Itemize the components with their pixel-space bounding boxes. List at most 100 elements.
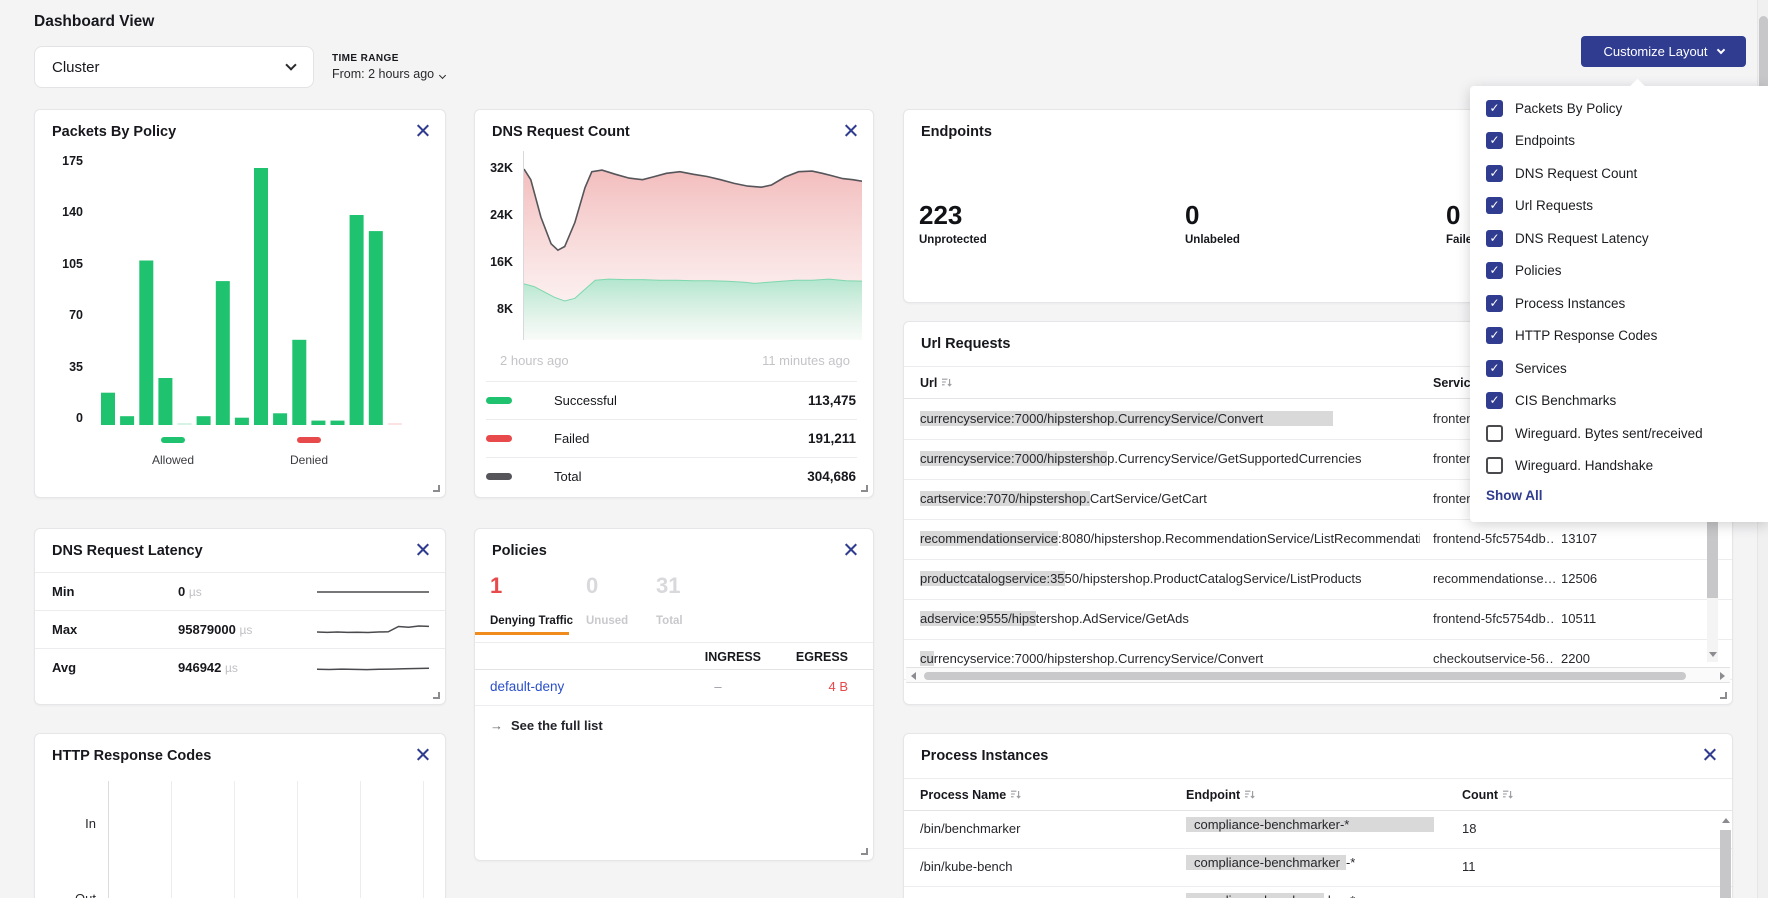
column-header-url[interactable]: Url (920, 376, 952, 390)
card-title: Packets By Policy (52, 124, 176, 140)
time-range-value[interactable]: From: 2 hours ago (332, 67, 445, 81)
checkbox-checked-icon[interactable]: ✓ (1486, 197, 1503, 214)
bar-chart (99, 163, 405, 425)
resize-handle[interactable] (433, 692, 440, 699)
url-cell: currencyservice:7000/hipstershop.Currenc… (920, 411, 1420, 426)
count-cell: 12506 (1561, 571, 1631, 586)
egress-value: 4 B (775, 679, 848, 694)
y-tick-label: 140 (43, 205, 83, 219)
checkbox-checked-icon[interactable]: ✓ (1486, 392, 1503, 409)
category-label: Allowed (143, 453, 203, 467)
column-header-count[interactable]: Count (1462, 788, 1513, 802)
resize-handle[interactable] (433, 485, 440, 492)
resize-handle[interactable] (861, 485, 868, 492)
menu-item-wireguard-handshake[interactable]: Wireguard. Handshake (1470, 450, 1768, 483)
menu-item-process-instances[interactable]: ✓Process Instances (1470, 287, 1768, 320)
scroll-left-icon[interactable] (911, 672, 916, 680)
checkbox-checked-icon[interactable]: ✓ (1486, 262, 1503, 279)
close-icon[interactable] (1702, 747, 1717, 762)
latency-row: Max95879000 µs (35, 610, 445, 648)
menu-item-url-requests[interactable]: ✓Url Requests (1470, 190, 1768, 223)
active-tab-underline (475, 632, 569, 635)
policy-tab-unused[interactable]: 0Unused (586, 573, 598, 599)
sort-icon (1244, 789, 1255, 800)
url-cell: currencyservice:7000/hipstershop.Currenc… (920, 451, 1420, 466)
legend-name: Failed (554, 431, 589, 446)
view-selector[interactable]: Cluster (34, 46, 314, 88)
table-row: adservice:9555/hipstershop.AdService/Get… (904, 600, 1732, 640)
dashboard-page: Dashboard View Cluster TIME RANGE From: … (0, 0, 1768, 898)
checkbox-checked-icon[interactable]: ✓ (1486, 230, 1503, 247)
policy-link[interactable]: default-deny (490, 679, 564, 694)
checkbox-checked-icon[interactable]: ✓ (1486, 100, 1503, 117)
scroll-up-icon[interactable] (1722, 818, 1730, 823)
policy-tab-denying-traffic[interactable]: 1Denying Traffic (490, 573, 502, 599)
table-row: recommendationservice:8080/hipstershop.R… (904, 520, 1732, 560)
y-tick-label: 16K (475, 255, 513, 269)
menu-item-cis-benchmarks[interactable]: ✓ CIS Benchmarks (1470, 385, 1768, 418)
chevron-down-icon (285, 59, 296, 70)
close-icon[interactable] (843, 542, 858, 557)
checkbox-checked-icon[interactable]: ✓ (1486, 165, 1503, 182)
y-tick-label: 24K (475, 208, 513, 222)
show-all-link[interactable]: Show All (1486, 488, 1768, 503)
scroll-down-icon[interactable] (1709, 652, 1717, 657)
card-title: Policies (492, 543, 547, 559)
table-header: Process Name Endpoint Count (904, 778, 1732, 811)
checkbox-checked-icon[interactable]: ✓ (1486, 327, 1503, 344)
menu-item-services[interactable]: ✓Services (1470, 352, 1768, 385)
checkbox-checked-icon[interactable]: ✓ (1486, 360, 1503, 377)
gridline (297, 781, 298, 898)
endpoint-cell: compliance-benchmarker-* (1186, 893, 1448, 898)
sparkline-chart (317, 657, 429, 679)
menu-item-wireguard-bytes-sent-received[interactable]: Wireguard. Bytes sent/received (1470, 417, 1768, 450)
area-chart (523, 151, 862, 340)
y-tick-label: 32K (475, 161, 513, 175)
time-range-text: From: 2 hours ago (332, 67, 434, 81)
url-cell: cartservice:7070/hipstershop.CartService… (920, 491, 1420, 506)
checkbox-checked-icon[interactable]: ✓ (1486, 132, 1503, 149)
gridline (423, 781, 424, 898)
y-tick-label: 8K (475, 302, 513, 316)
table-vertical-scrollbar[interactable] (1720, 830, 1731, 898)
menu-item-endpoints[interactable]: ✓Endpoints (1470, 125, 1768, 158)
scroll-right-icon[interactable] (1720, 672, 1725, 680)
menu-item-policies[interactable]: ✓Policies (1470, 255, 1768, 288)
process-name-cell: /bin/benchmarker (920, 821, 1170, 836)
policy-tab-total[interactable]: 31Total (656, 573, 680, 599)
sort-icon (1010, 789, 1021, 800)
checkbox-checked-icon[interactable]: ✓ (1486, 295, 1503, 312)
legend-row: Total304,686 (486, 457, 857, 495)
row-label-out: Out (56, 891, 96, 898)
resize-handle[interactable] (861, 848, 868, 855)
category-label: Denied (279, 453, 339, 467)
gridline (171, 781, 172, 898)
customize-layout-button[interactable]: Customize Layout (1581, 36, 1746, 67)
checkbox-unchecked-icon[interactable] (1486, 425, 1503, 442)
close-icon[interactable] (843, 123, 858, 138)
see-full-list-link[interactable]: →See the full list (490, 718, 603, 733)
menu-item-dns-request-latency[interactable]: ✓DNS Request Latency (1470, 222, 1768, 255)
tab-label: Denying Traffic (490, 615, 573, 627)
column-header-endpoint[interactable]: Endpoint (1186, 788, 1255, 802)
menu-item-http-response-codes[interactable]: ✓HTTP Response Codes (1470, 320, 1768, 353)
customize-layout-label: Customize Layout (1603, 44, 1707, 59)
url-cell: productcatalogservice:3550/hipstershop.P… (920, 571, 1420, 586)
menu-item-packets-by-policy[interactable]: ✓Packets By Policy (1470, 92, 1768, 125)
close-icon[interactable] (415, 123, 430, 138)
menu-item-label: CIS Benchmarks (1515, 393, 1616, 408)
close-icon[interactable] (415, 747, 430, 762)
checkbox-unchecked-icon[interactable] (1486, 457, 1503, 474)
column-header-ingress: INGRESS (675, 650, 761, 664)
table-horizontal-scrollbar[interactable] (906, 667, 1730, 683)
card-dns-request-latency: DNS Request Latency Min0 µsMax95879000 µ… (34, 528, 446, 705)
latency-label: Max (52, 622, 77, 637)
resize-handle[interactable] (1720, 692, 1727, 699)
column-header-process-name[interactable]: Process Name (920, 788, 1021, 802)
service-cell: checkoutservice-56… (1433, 651, 1555, 666)
gridline (234, 781, 235, 898)
close-icon[interactable] (415, 542, 430, 557)
menu-item-dns-request-count[interactable]: ✓DNS Request Count (1470, 157, 1768, 190)
legend-name: Successful (554, 393, 617, 408)
tab-value: 0 (586, 573, 598, 599)
